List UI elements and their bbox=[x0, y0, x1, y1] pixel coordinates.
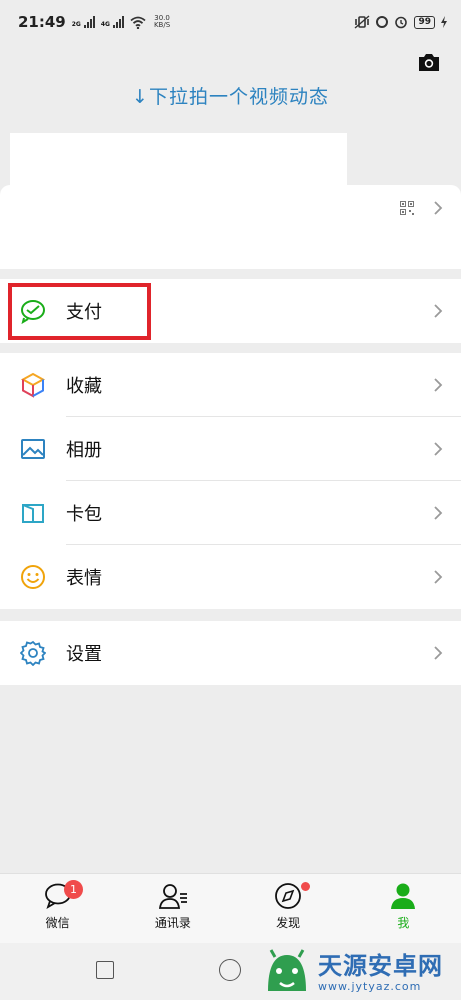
battery-icon: 99 bbox=[414, 15, 435, 29]
chevron-right-icon bbox=[434, 570, 443, 584]
menu-item-stickers[interactable]: 表情 bbox=[0, 545, 461, 609]
qr-code-icon[interactable] bbox=[400, 201, 414, 215]
signal-2g-icon: 2G bbox=[72, 16, 95, 28]
alarm-icon bbox=[395, 16, 408, 29]
tab-label-chats: 微信 bbox=[45, 916, 70, 930]
pay-section: 支付 bbox=[0, 279, 461, 343]
chevron-right-icon bbox=[434, 646, 443, 660]
unread-badge: 1 bbox=[64, 880, 83, 899]
speed-unit: KB/S bbox=[153, 21, 171, 29]
album-photo-icon bbox=[21, 439, 45, 459]
menu-label-settings: 设置 bbox=[66, 644, 102, 665]
profile-redacted-area bbox=[10, 133, 347, 193]
menu-label-album: 相册 bbox=[66, 440, 102, 461]
wifi-icon bbox=[130, 16, 146, 29]
android-logo-icon bbox=[268, 949, 306, 991]
status-bar: 21:49 2G 4G 30.0 KB/S 99 bbox=[0, 0, 461, 44]
chevron-right-icon bbox=[434, 378, 443, 392]
network-speed: 30.0 KB/S bbox=[154, 15, 170, 29]
vibrate-icon bbox=[355, 15, 370, 29]
watermark-text: 天源安卓网 www.jytyaz.com bbox=[318, 952, 443, 993]
watermark-title: 天源安卓网 bbox=[318, 951, 443, 980]
settings-section: 设置 bbox=[0, 621, 461, 685]
chevron-right-icon bbox=[434, 201, 443, 215]
tab-label-contacts: 通讯录 bbox=[154, 916, 191, 930]
chevron-right-icon bbox=[434, 442, 443, 456]
bottom-tab-bar: 1 微信 通讯录 发现 我 bbox=[0, 873, 461, 943]
features-section: 收藏 相册 卡包 表情 bbox=[0, 353, 461, 609]
chevron-right-icon bbox=[434, 506, 443, 520]
net-2g-label: 2G bbox=[71, 21, 81, 28]
tab-chats[interactable]: 1 微信 bbox=[0, 874, 115, 943]
net-4g-label: 4G bbox=[100, 21, 110, 28]
person-filled-icon bbox=[391, 883, 416, 909]
card-wallet-icon bbox=[22, 504, 44, 523]
status-right: 99 bbox=[354, 15, 447, 29]
home-icon[interactable] bbox=[219, 959, 241, 981]
tab-label-discover: 发现 bbox=[276, 916, 301, 930]
chevron-right-icon bbox=[434, 304, 443, 318]
tab-label-me: 我 bbox=[397, 916, 410, 930]
menu-label-stickers: 表情 bbox=[66, 568, 102, 589]
menu-item-album[interactable]: 相册 bbox=[0, 417, 461, 481]
site-watermark: 天源安卓网 www.jytyaz.com bbox=[262, 944, 461, 1000]
status-left: 21:49 2G 4G 30.0 KB/S bbox=[18, 13, 170, 31]
smiley-face-icon bbox=[21, 565, 45, 589]
watermark-url: www.jytyaz.com bbox=[318, 979, 422, 993]
profile-card[interactable] bbox=[0, 185, 461, 269]
status-time: 21:49 bbox=[18, 13, 66, 31]
camera-icon[interactable] bbox=[417, 52, 441, 72]
wallet-pay-icon bbox=[21, 300, 45, 324]
menu-label-cards: 卡包 bbox=[66, 504, 102, 525]
menu-label-favorites: 收藏 bbox=[66, 376, 102, 397]
menu-item-favorites[interactable]: 收藏 bbox=[0, 353, 461, 417]
new-activity-dot bbox=[300, 882, 310, 891]
contacts-person-icon bbox=[158, 884, 187, 909]
menu-item-pay[interactable]: 支付 bbox=[0, 279, 461, 343]
compass-icon bbox=[275, 883, 302, 909]
charging-icon bbox=[441, 16, 447, 28]
gear-icon bbox=[20, 640, 46, 666]
menu-item-cards[interactable]: 卡包 bbox=[0, 481, 461, 545]
menu-label-pay: 支付 bbox=[66, 302, 102, 323]
tab-contacts[interactable]: 通讯录 bbox=[115, 874, 230, 943]
lock-rotation-icon bbox=[376, 16, 389, 28]
recent-apps-icon[interactable] bbox=[96, 961, 114, 979]
tab-discover[interactable]: 发现 bbox=[231, 874, 346, 943]
signal-4g-icon: 4G bbox=[101, 16, 124, 28]
pull-down-hint[interactable]: ↓下拉拍一个视频动态 bbox=[0, 82, 461, 109]
favorites-cube-icon bbox=[20, 372, 46, 398]
menu-item-settings[interactable]: 设置 bbox=[0, 621, 461, 685]
tab-me[interactable]: 我 bbox=[346, 874, 461, 943]
